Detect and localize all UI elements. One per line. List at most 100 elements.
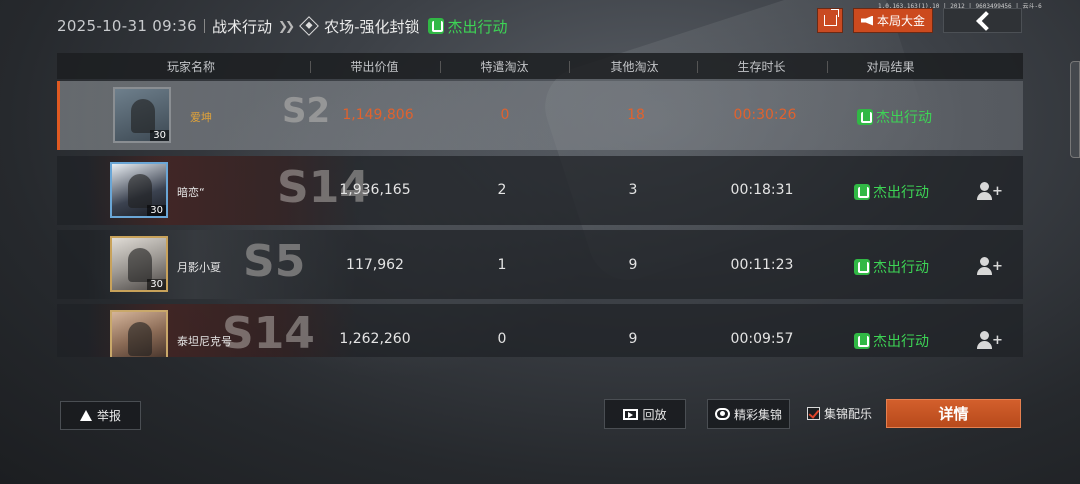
table-row[interactable]: S14 30 暗恋“ 1,936,165 2 3 00:18:31 杰出行动 +: [57, 156, 1023, 225]
avatar-figure: [128, 248, 152, 282]
share-button[interactable]: [817, 8, 843, 33]
extract-success-icon: [854, 259, 870, 275]
other-kills: 3: [628, 182, 638, 198]
share-icon: [823, 9, 839, 26]
player-name: 暗恋“: [177, 186, 205, 199]
replay-label: 回放: [642, 407, 667, 422]
match-header: 2025-10-31 09:36 战术行动 ❯❯ 农场-强化封锁 杰出行动: [57, 14, 508, 38]
chevron-right-icon: ❯❯: [277, 19, 295, 33]
row-result: 杰出行动: [857, 107, 932, 127]
avatar-figure: [128, 174, 152, 208]
big-money-label: 本局大金: [876, 14, 925, 28]
map-marker-icon: [299, 16, 319, 36]
add-friend-button[interactable]: +: [977, 331, 1003, 351]
camera-icon: [714, 408, 730, 420]
header-other-kills: 其他淘汰: [610, 59, 659, 74]
highlights-label: 精彩集锦: [733, 407, 782, 422]
player-name: 爱坤: [190, 111, 212, 124]
extract-value: 1,149,806: [342, 107, 414, 123]
video-icon: [623, 408, 639, 420]
player-level: 30: [147, 205, 166, 216]
table-row[interactable]: S5 30 月影小夏 117,962 1 9 00:11:23 杰出行动 +: [57, 230, 1023, 299]
scoreboard-table: 玩家名称 带出价值 特遣淘汰 其他淘汰 生存时长 对局结果 S2 30 爱坤 1…: [57, 53, 1023, 357]
other-kills: 9: [628, 257, 638, 273]
header-special-kills: 特遣淘汰: [480, 59, 529, 74]
highlights-button[interactable]: 精彩集锦: [707, 399, 790, 429]
highlight-music-toggle[interactable]: 集锦配乐: [807, 405, 872, 422]
row-result: 杰出行动: [854, 331, 929, 351]
warning-icon: [79, 410, 92, 421]
player-level: 30: [150, 130, 169, 141]
special-kills: 0: [497, 331, 507, 347]
header-divider: [440, 61, 441, 73]
avatar[interactable]: 30: [110, 236, 168, 292]
add-friend-icon: [980, 331, 989, 340]
match-mode: 战术行动: [211, 17, 272, 36]
extract-value: 1,262,260: [339, 331, 411, 347]
table-header: 玩家名称 带出价值 特遣淘汰 其他淘汰 生存时长 对局结果: [57, 53, 1023, 79]
season-badge: S14: [222, 308, 315, 357]
plus-icon: +: [992, 259, 1003, 274]
row-result-label: 杰出行动: [873, 185, 929, 201]
side-panel-tab[interactable]: [1070, 61, 1080, 158]
checkbox[interactable]: [807, 407, 820, 420]
player-name: 泰坦尼克号: [177, 335, 232, 348]
special-kills: 2: [497, 182, 507, 198]
header-divider: [697, 61, 698, 73]
special-kills: 1: [497, 257, 507, 273]
avatar[interactable]: 30: [113, 87, 171, 143]
report-label: 举报: [96, 409, 121, 423]
survival-time: 00:09:57: [730, 331, 794, 347]
extract-value: 117,962: [346, 257, 404, 273]
avatar[interactable]: [110, 310, 168, 357]
add-friend-icon-body: [977, 192, 992, 200]
season-badge: S5: [243, 236, 306, 287]
replay-button[interactable]: 回放: [604, 399, 686, 429]
survival-time: 00:11:23: [730, 257, 794, 273]
add-friend-icon-body: [977, 267, 992, 275]
match-result: 杰出行动: [447, 17, 508, 36]
table-row[interactable]: S14 泰坦尼克号 1,262,260 0 9 00:09:57 杰出行动 +: [57, 304, 1023, 357]
extract-success-icon: [854, 333, 870, 349]
back-button[interactable]: [943, 8, 1022, 33]
header-divider: [569, 61, 570, 73]
header-divider: [203, 19, 205, 33]
table-row[interactable]: S2 30 爱坤 1,149,806 0 18 00:30:26 杰出行动: [57, 81, 1023, 150]
add-friend-button[interactable]: +: [977, 182, 1003, 202]
report-button[interactable]: 举报: [60, 401, 141, 430]
extract-success-icon: [857, 109, 873, 125]
highlight-music-label: 集锦配乐: [824, 407, 873, 421]
header-divider: [310, 61, 311, 73]
row-result-label: 杰出行动: [873, 260, 929, 276]
row-result: 杰出行动: [854, 182, 929, 202]
other-kills: 9: [628, 331, 638, 347]
details-label: 详情: [938, 405, 969, 423]
survival-time: 00:30:26: [733, 107, 797, 123]
avatar[interactable]: 30: [110, 162, 168, 218]
big-money-button[interactable]: 本局大金: [853, 8, 933, 33]
special-kills: 0: [500, 107, 510, 123]
back-arrow-icon: [975, 10, 996, 31]
extract-value: 1,936,165: [339, 182, 411, 198]
extract-success-icon: [427, 18, 444, 34]
player-level: 30: [147, 279, 166, 290]
add-friend-button[interactable]: +: [977, 257, 1003, 277]
avatar-figure: [128, 322, 152, 356]
avatar-figure: [131, 99, 155, 133]
season-badge: S2: [282, 91, 331, 131]
header-divider: [827, 61, 828, 73]
other-kills: 18: [627, 107, 645, 123]
add-friend-icon-body: [977, 341, 992, 349]
player-name: 月影小夏: [177, 261, 221, 274]
row-result-label: 杰出行动: [873, 334, 929, 350]
header-survival-time: 生存时长: [737, 59, 786, 74]
header-player-name: 玩家名称: [166, 59, 215, 74]
match-datetime: 2025-10-31 09:36: [57, 17, 197, 35]
details-button[interactable]: 详情: [886, 399, 1021, 428]
plus-icon: +: [992, 184, 1003, 199]
extract-success-icon: [854, 184, 870, 200]
row-result: 杰出行动: [854, 257, 929, 277]
header-match-result: 对局结果: [866, 59, 915, 74]
survival-time: 00:18:31: [730, 182, 794, 198]
plus-icon: +: [992, 333, 1003, 348]
